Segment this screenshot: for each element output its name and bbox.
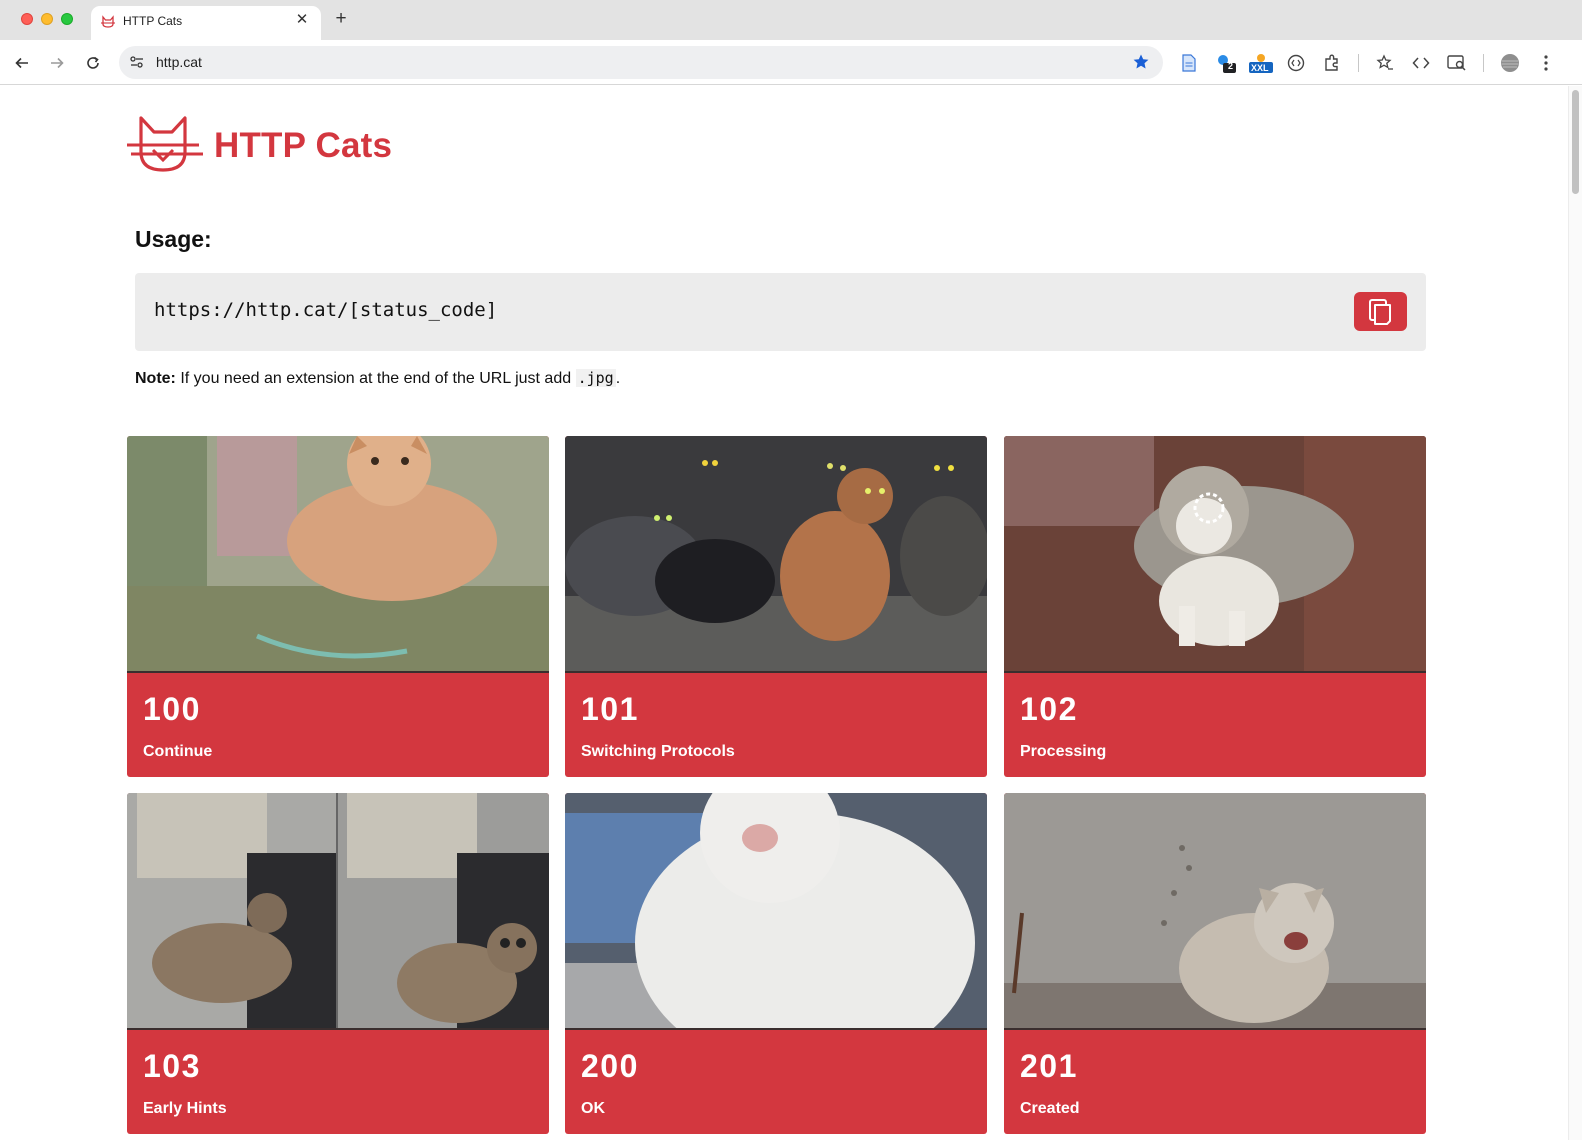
status-label: Created [1020,1100,1080,1117]
tab-search-icon[interactable] [1446,52,1468,74]
usage-heading: Usage: [135,226,212,252]
status-label: Early Hints [143,1100,227,1117]
status-code: 101 [581,691,639,727]
status-code: 100 [143,691,201,727]
reload-icon [87,56,99,69]
cat-image-103 [127,793,549,1030]
cat-image-102 [1004,436,1426,673]
browser-tab-strip: HTTP Cats ✕ + [0,0,1582,40]
note-label: Note: [135,370,176,387]
site-settings-icon[interactable] [129,54,145,70]
status-code: 200 [581,1048,639,1084]
cat-image-200 [565,793,987,1030]
status-card-201[interactable]: 201 Created [1004,793,1426,1134]
status-card-200[interactable]: 200 OK [565,793,987,1134]
usage-code-block: https://http.cat/[status_code] [135,273,1426,351]
tab-close-icon[interactable]: ✕ [293,11,311,29]
status-card-103[interactable]: 103 Early Hints [127,793,549,1134]
code-circle-extension-icon[interactable] [1285,52,1307,74]
status-card-101[interactable]: 101 Switching Protocols [565,436,987,777]
usage-code-text: https://http.cat/[status_code] [154,299,498,321]
devtools-code-icon[interactable] [1410,52,1432,74]
arrow-left-icon [15,57,28,69]
browser-toolbar: http.cat 2 XXL [0,40,1582,85]
status-label: OK [581,1100,605,1117]
tab-title: HTTP Cats [123,14,183,28]
extension-badge: 2 [1228,61,1234,71]
toolbar-separator [1483,54,1484,72]
forward-button[interactable] [46,52,68,74]
browser-tab-active[interactable]: HTTP Cats ✕ [91,6,321,40]
page-scrollbar[interactable] [1568,86,1582,1140]
cat-image-101 [565,436,987,673]
status-label: Continue [143,743,213,760]
note-end: . [615,370,621,387]
cat-image-100 [127,436,549,673]
status-label: Processing [1020,743,1107,760]
document-extension-icon[interactable] [1178,52,1200,74]
status-card-100[interactable]: 100 Continue [127,436,549,777]
xxl-extension-icon[interactable]: XXL [1248,52,1274,74]
arrow-right-icon [51,57,64,69]
maximize-window-button[interactable] [61,13,73,25]
copy-icon [1368,298,1391,325]
bookmarks-list-icon[interactable] [1374,52,1396,74]
more-menu-icon[interactable] [1535,52,1557,74]
back-button[interactable] [11,52,33,74]
close-window-button[interactable] [21,13,33,25]
status-code: 102 [1020,691,1078,727]
puzzle-extensions-icon[interactable] [1321,52,1343,74]
copy-button[interactable] [1354,292,1407,331]
status-code: 201 [1020,1048,1078,1084]
reload-button[interactable] [82,52,104,74]
cat-image-201 [1004,793,1426,1030]
cat-logo-icon[interactable] [127,114,207,174]
new-tab-button[interactable]: + [331,9,351,29]
url-text: http.cat [156,54,202,70]
bookmark-star-icon[interactable] [1132,53,1150,71]
xxl-badge-label: XXL [1251,63,1269,73]
scrollbar-thumb[interactable] [1572,90,1579,194]
note-extension-code: .jpg [575,369,616,387]
note-text: If you need an extension at the end of t… [175,370,576,387]
usage-note: Note: If you need an extension at the en… [135,369,620,388]
status-code: 103 [143,1048,201,1084]
password-extension-icon[interactable]: 2 [1215,52,1237,74]
status-card-102[interactable]: 102 Processing [1004,436,1426,777]
address-bar[interactable]: http.cat [119,46,1163,79]
cat-favicon-icon [101,15,115,28]
profile-avatar[interactable] [1499,52,1521,74]
site-title[interactable]: HTTP Cats [214,126,392,166]
status-label: Switching Protocols [581,743,735,760]
toolbar-separator [1358,54,1359,72]
minimize-window-button[interactable] [41,13,53,25]
page-content: HTTP Cats Usage: https://http.cat/[statu… [0,86,1582,1140]
